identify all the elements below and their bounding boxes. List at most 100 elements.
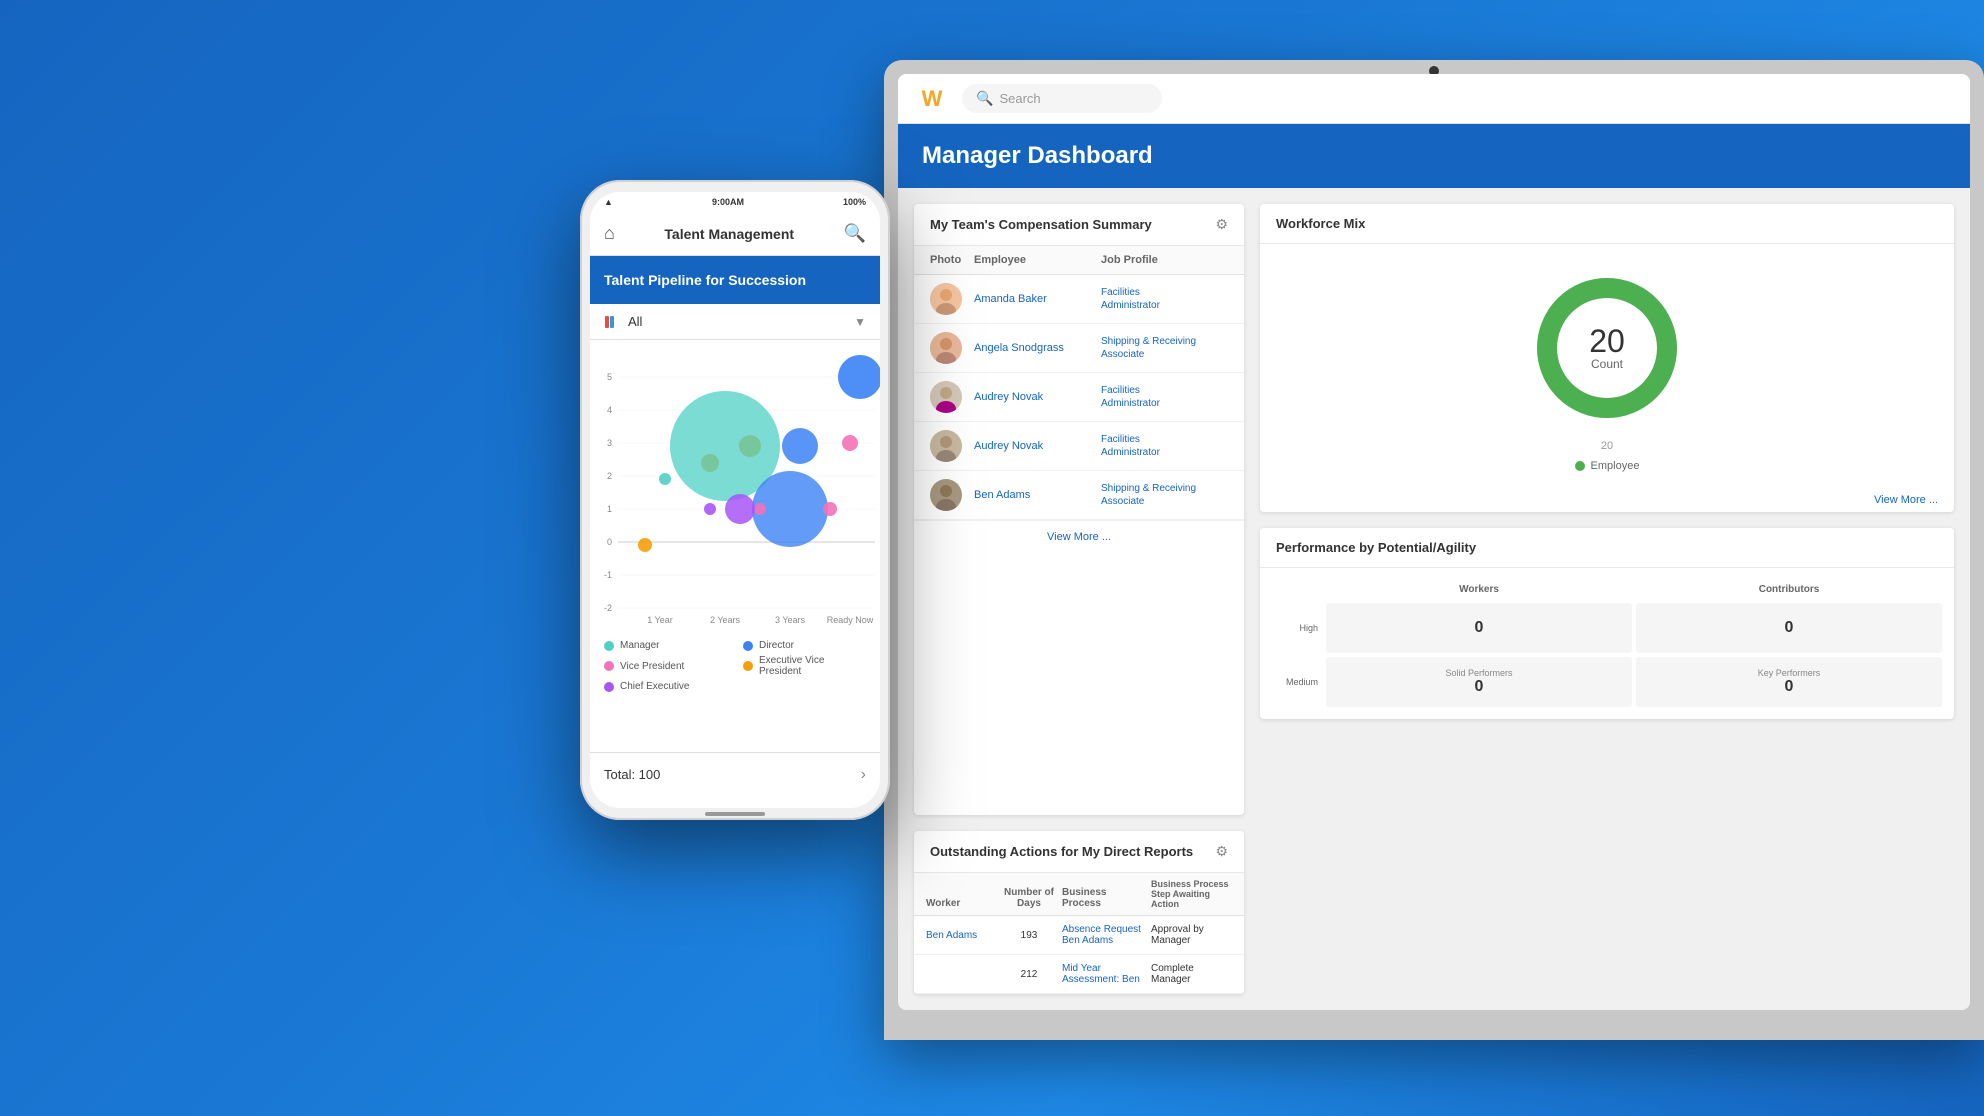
bubble-chart: 5 4 3 2 1 0 -1 -2 <box>590 348 880 632</box>
svg-text:Ready Now: Ready Now <box>827 615 874 625</box>
comp-row: Amanda Baker FacilitiesAdministrator <box>914 275 1244 324</box>
perf-key-title: Key Performers <box>1758 668 1821 678</box>
laptop-screen: W 🔍 Search Manager Dashboard <box>898 74 1970 1010</box>
svg-text:3: 3 <box>607 438 612 448</box>
employee-name[interactable]: Amanda Baker <box>974 293 1101 305</box>
legend-label-vp: Vice President <box>620 661 684 672</box>
svg-text:1 Year: 1 Year <box>647 615 673 625</box>
employee-job: FacilitiesAdministrator <box>1101 286 1228 312</box>
employee-name[interactable]: Audrey Novak <box>974 391 1101 403</box>
performance-panel: Performance by Potential/Agility Workers… <box>1260 528 1954 719</box>
phone-navbar: ⌂ Talent Management 🔍 <box>590 212 880 256</box>
comp-row: Audrey Novak FacilitiesAdministrator <box>914 373 1244 422</box>
phone-nav-title: Talent Management <box>664 226 794 242</box>
actions-row: 212 Mid YearAssessment: Ben CompleteMana… <box>914 955 1244 994</box>
svg-text:5: 5 <box>607 372 612 382</box>
workforce-legend: Employee <box>1575 460 1640 472</box>
compensation-table: Photo Employee Job Profile <box>914 246 1244 520</box>
legend-label-ceo: Chief Executive <box>620 681 689 692</box>
phone-battery: 100% <box>843 197 866 207</box>
workforce-view-more[interactable]: View More ... <box>1260 488 1954 512</box>
employee-name[interactable]: Ben Adams <box>974 489 1101 501</box>
donut-chart: 20 Count <box>1527 268 1687 428</box>
comp-row: Audrey Novak FacilitiesAdministrator <box>914 422 1244 471</box>
actions-panel: Outstanding Actions for My Direct Report… <box>914 831 1244 994</box>
phone-home-indicator[interactable] <box>705 812 765 816</box>
compensation-panel-title: My Team's Compensation Summary <box>930 217 1152 232</box>
perf-cell-contributors: 0 <box>1636 603 1942 653</box>
legend-item-ceo: Chief Executive <box>604 681 727 692</box>
actions-worker-name[interactable]: Ben Adams <box>926 930 996 941</box>
legend-label-director: Director <box>759 640 794 651</box>
phone-chart-area: 5 4 3 2 1 0 -1 -2 <box>590 340 880 640</box>
legend-label-evp: Executive Vice President <box>759 655 866 677</box>
phone-device: ▲ 9:00AM 100% ⌂ Talent Management 🔍 Tale… <box>580 180 890 820</box>
compensation-view-more[interactable]: View More ... <box>914 520 1244 553</box>
legend-dot-director <box>743 641 753 651</box>
legend-item-evp: Executive Vice President <box>743 655 866 677</box>
actions-step-value: CompleteManager <box>1151 963 1232 985</box>
search-placeholder: Search <box>999 91 1040 106</box>
phone-time: 9:00AM <box>712 197 744 207</box>
svg-text:2 Years: 2 Years <box>710 615 741 625</box>
filter-icon <box>604 314 620 330</box>
actions-bp-value: Mid YearAssessment: Ben <box>1062 963 1143 985</box>
actions-days-value: 212 <box>1004 969 1054 980</box>
workforce-panel: Workforce Mix 20 <box>1260 204 1954 512</box>
legend-item-vp: Vice President <box>604 655 727 677</box>
actions-header-days: Number of Days <box>1004 887 1054 909</box>
employee-name[interactable]: Angela Snodgrass <box>974 342 1101 354</box>
actions-days-value: 193 <box>1004 930 1054 941</box>
performance-grid: Workers Contributors High 0 0 <box>1272 580 1942 707</box>
legend-dot-employee <box>1575 461 1585 471</box>
workforce-x-value: 20 <box>1601 440 1613 452</box>
dashboard-content: My Team's Compensation Summary ⚙ Photo E… <box>898 188 1970 1010</box>
employee-job: FacilitiesAdministrator <box>1101 433 1228 459</box>
employee-name[interactable]: Audrey Novak <box>974 440 1101 452</box>
svg-text:-2: -2 <box>604 603 612 613</box>
performance-content: Workers Contributors High 0 0 <box>1260 568 1954 719</box>
employee-avatar <box>930 283 962 315</box>
filter-chevron-icon: ▼ <box>854 315 866 329</box>
legend-dot-ceo <box>604 682 614 692</box>
right-column: Workforce Mix 20 <box>1260 204 1954 994</box>
perf-solid-value: 0 <box>1475 678 1484 696</box>
comp-row: Angela Snodgrass Shipping & ReceivingAss… <box>914 324 1244 373</box>
perf-cell-key: Key Performers 0 <box>1636 657 1942 707</box>
phone-body: ▲ 9:00AM 100% ⌂ Talent Management 🔍 Tale… <box>580 180 890 820</box>
phone-filter-bar[interactable]: All ▼ <box>590 304 880 340</box>
donut-center: 20 Count <box>1589 325 1625 371</box>
compensation-settings-icon[interactable]: ⚙ <box>1215 216 1228 233</box>
phone-chart-legend: Manager Director Vice President Executiv… <box>604 640 866 692</box>
search-icon: 🔍 <box>976 90 993 107</box>
phone-search-icon[interactable]: 🔍 <box>844 223 866 244</box>
phone-footer[interactable]: Total: 100 › <box>590 752 880 796</box>
phone-footer-chevron-icon[interactable]: › <box>861 766 866 784</box>
actions-header-bp: Business Process <box>1062 887 1143 909</box>
dashboard-header: Manager Dashboard <box>898 124 1970 188</box>
actions-step-value: Approval byManager <box>1151 924 1232 946</box>
comp-header-employee: Employee <box>974 254 1101 266</box>
legend-item-director: Director <box>743 640 866 651</box>
legend-label-manager: Manager <box>620 640 659 651</box>
workforce-panel-title: Workforce Mix <box>1276 216 1365 231</box>
performance-panel-title: Performance by Potential/Agility <box>1276 540 1476 555</box>
comp-table-header: Photo Employee Job Profile <box>914 246 1244 275</box>
actions-panel-header: Outstanding Actions for My Direct Report… <box>914 831 1244 873</box>
actions-settings-icon[interactable]: ⚙ <box>1215 843 1228 860</box>
legend-dot-evp <box>743 661 753 671</box>
phone-section-title: Talent Pipeline for Succession <box>604 272 806 288</box>
legend-item-manager: Manager <box>604 640 727 651</box>
perf-key-value: 0 <box>1785 678 1794 696</box>
workday-logo-letter: W <box>922 88 943 110</box>
phone-screen-bezel: ▲ 9:00AM 100% ⌂ Talent Management 🔍 Tale… <box>590 192 880 808</box>
compensation-panel: My Team's Compensation Summary ⚙ Photo E… <box>914 204 1244 815</box>
actions-bp-value: Absence RequestBen Adams <box>1062 924 1143 946</box>
phone-home-icon[interactable]: ⌂ <box>604 223 615 244</box>
search-bar[interactable]: 🔍 Search <box>962 84 1162 113</box>
perf-solid-title: Solid Performers <box>1445 668 1512 678</box>
employee-job: Shipping & ReceivingAssociate <box>1101 482 1228 508</box>
actions-panel-title: Outstanding Actions for My Direct Report… <box>930 844 1193 859</box>
svg-text:2: 2 <box>607 471 612 481</box>
workday-logo: W <box>914 81 950 117</box>
